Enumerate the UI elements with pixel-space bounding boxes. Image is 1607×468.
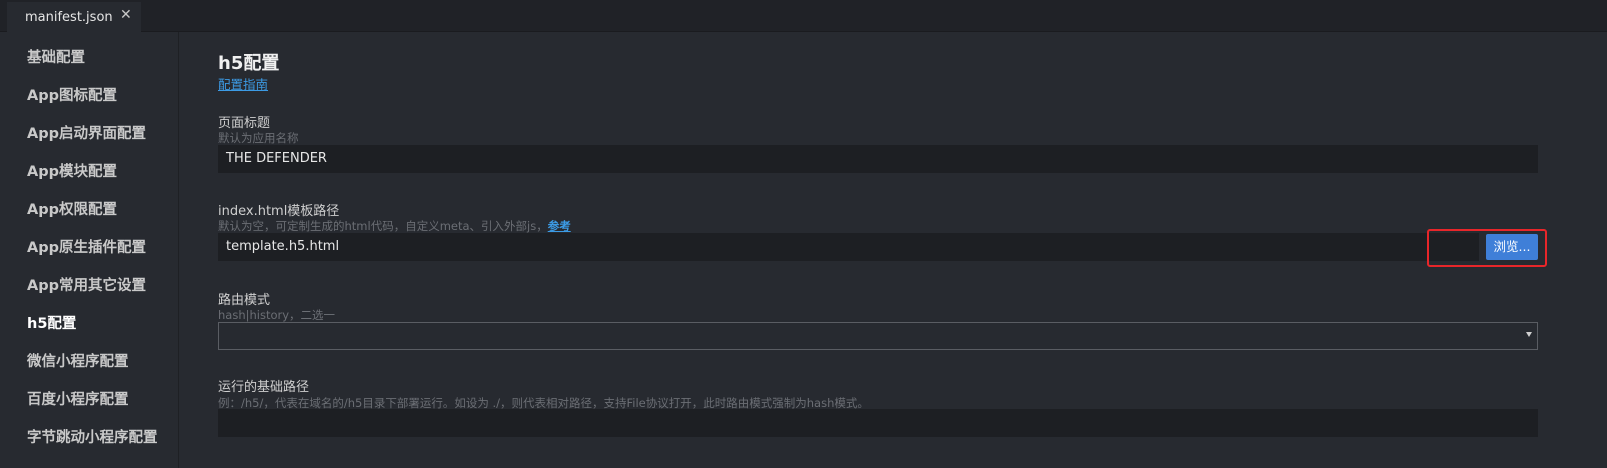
sidebar-item-baidu-mp[interactable]: 百度小程序配置 [27, 388, 129, 409]
config-guide-link[interactable]: 配置指南 [218, 74, 268, 93]
sidebar-item-toutiao-mp[interactable]: 字节跳动小程序配置 [27, 426, 158, 447]
page-title-field-hint: 默认为应用名称 [218, 131, 299, 145]
tab-label: manifest.json [25, 10, 113, 25]
sidebar-item-app-modules[interactable]: App模块配置 [27, 160, 117, 181]
page-title: h5配置 [218, 53, 280, 74]
template-path-input[interactable]: template.h5.html [218, 233, 1479, 261]
chevron-down-icon [1526, 332, 1532, 337]
template-path-hint-text: 默认为空，可定制生成的html代码，自定义meta、引入外部js， [218, 219, 548, 233]
close-icon[interactable]: ✕ [120, 8, 132, 22]
base-path-input[interactable] [218, 409, 1538, 437]
router-mode-field-hint: hash|history，二选一 [218, 308, 336, 322]
sidebar-item-app-other-settings[interactable]: App常用其它设置 [27, 274, 146, 295]
base-path-field-label: 运行的基础路径 [218, 380, 310, 395]
sidebar-item-basic[interactable]: 基础配置 [27, 46, 85, 67]
sidebar-item-weixin-mp[interactable]: 微信小程序配置 [27, 350, 129, 371]
page-title-input[interactable]: THE DEFENDER [218, 145, 1538, 173]
page-title-field-label: 页面标题 [218, 116, 271, 131]
sidebar-item-app-native-plugins[interactable]: App原生插件配置 [27, 236, 146, 257]
router-mode-select[interactable] [218, 322, 1538, 350]
sidebar-item-app-permissions[interactable]: App权限配置 [27, 198, 117, 219]
router-mode-field-label: 路由模式 [218, 293, 271, 308]
sidebar: 基础配置 App图标配置 App启动界面配置 App模块配置 App权限配置 A… [0, 32, 179, 468]
sidebar-item-h5[interactable]: h5配置 [27, 312, 76, 333]
tab-manifest-json[interactable]: manifest.json ✕ [7, 2, 141, 32]
template-path-field-label: index.html模板路径 [218, 204, 340, 219]
sidebar-item-app-icon[interactable]: App图标配置 [27, 84, 117, 105]
tab-bar: manifest.json ✕ [0, 0, 1607, 32]
template-path-reference-link[interactable]: 参考 [548, 219, 571, 233]
sidebar-item-app-splash[interactable]: App启动界面配置 [27, 122, 146, 143]
browse-button[interactable]: 浏览... [1486, 234, 1538, 260]
template-path-field-hint: 默认为空，可定制生成的html代码，自定义meta、引入外部js，参考 [218, 218, 571, 234]
main-panel: h5配置 配置指南 页面标题 默认为应用名称 THE DEFENDER inde… [180, 32, 1607, 468]
